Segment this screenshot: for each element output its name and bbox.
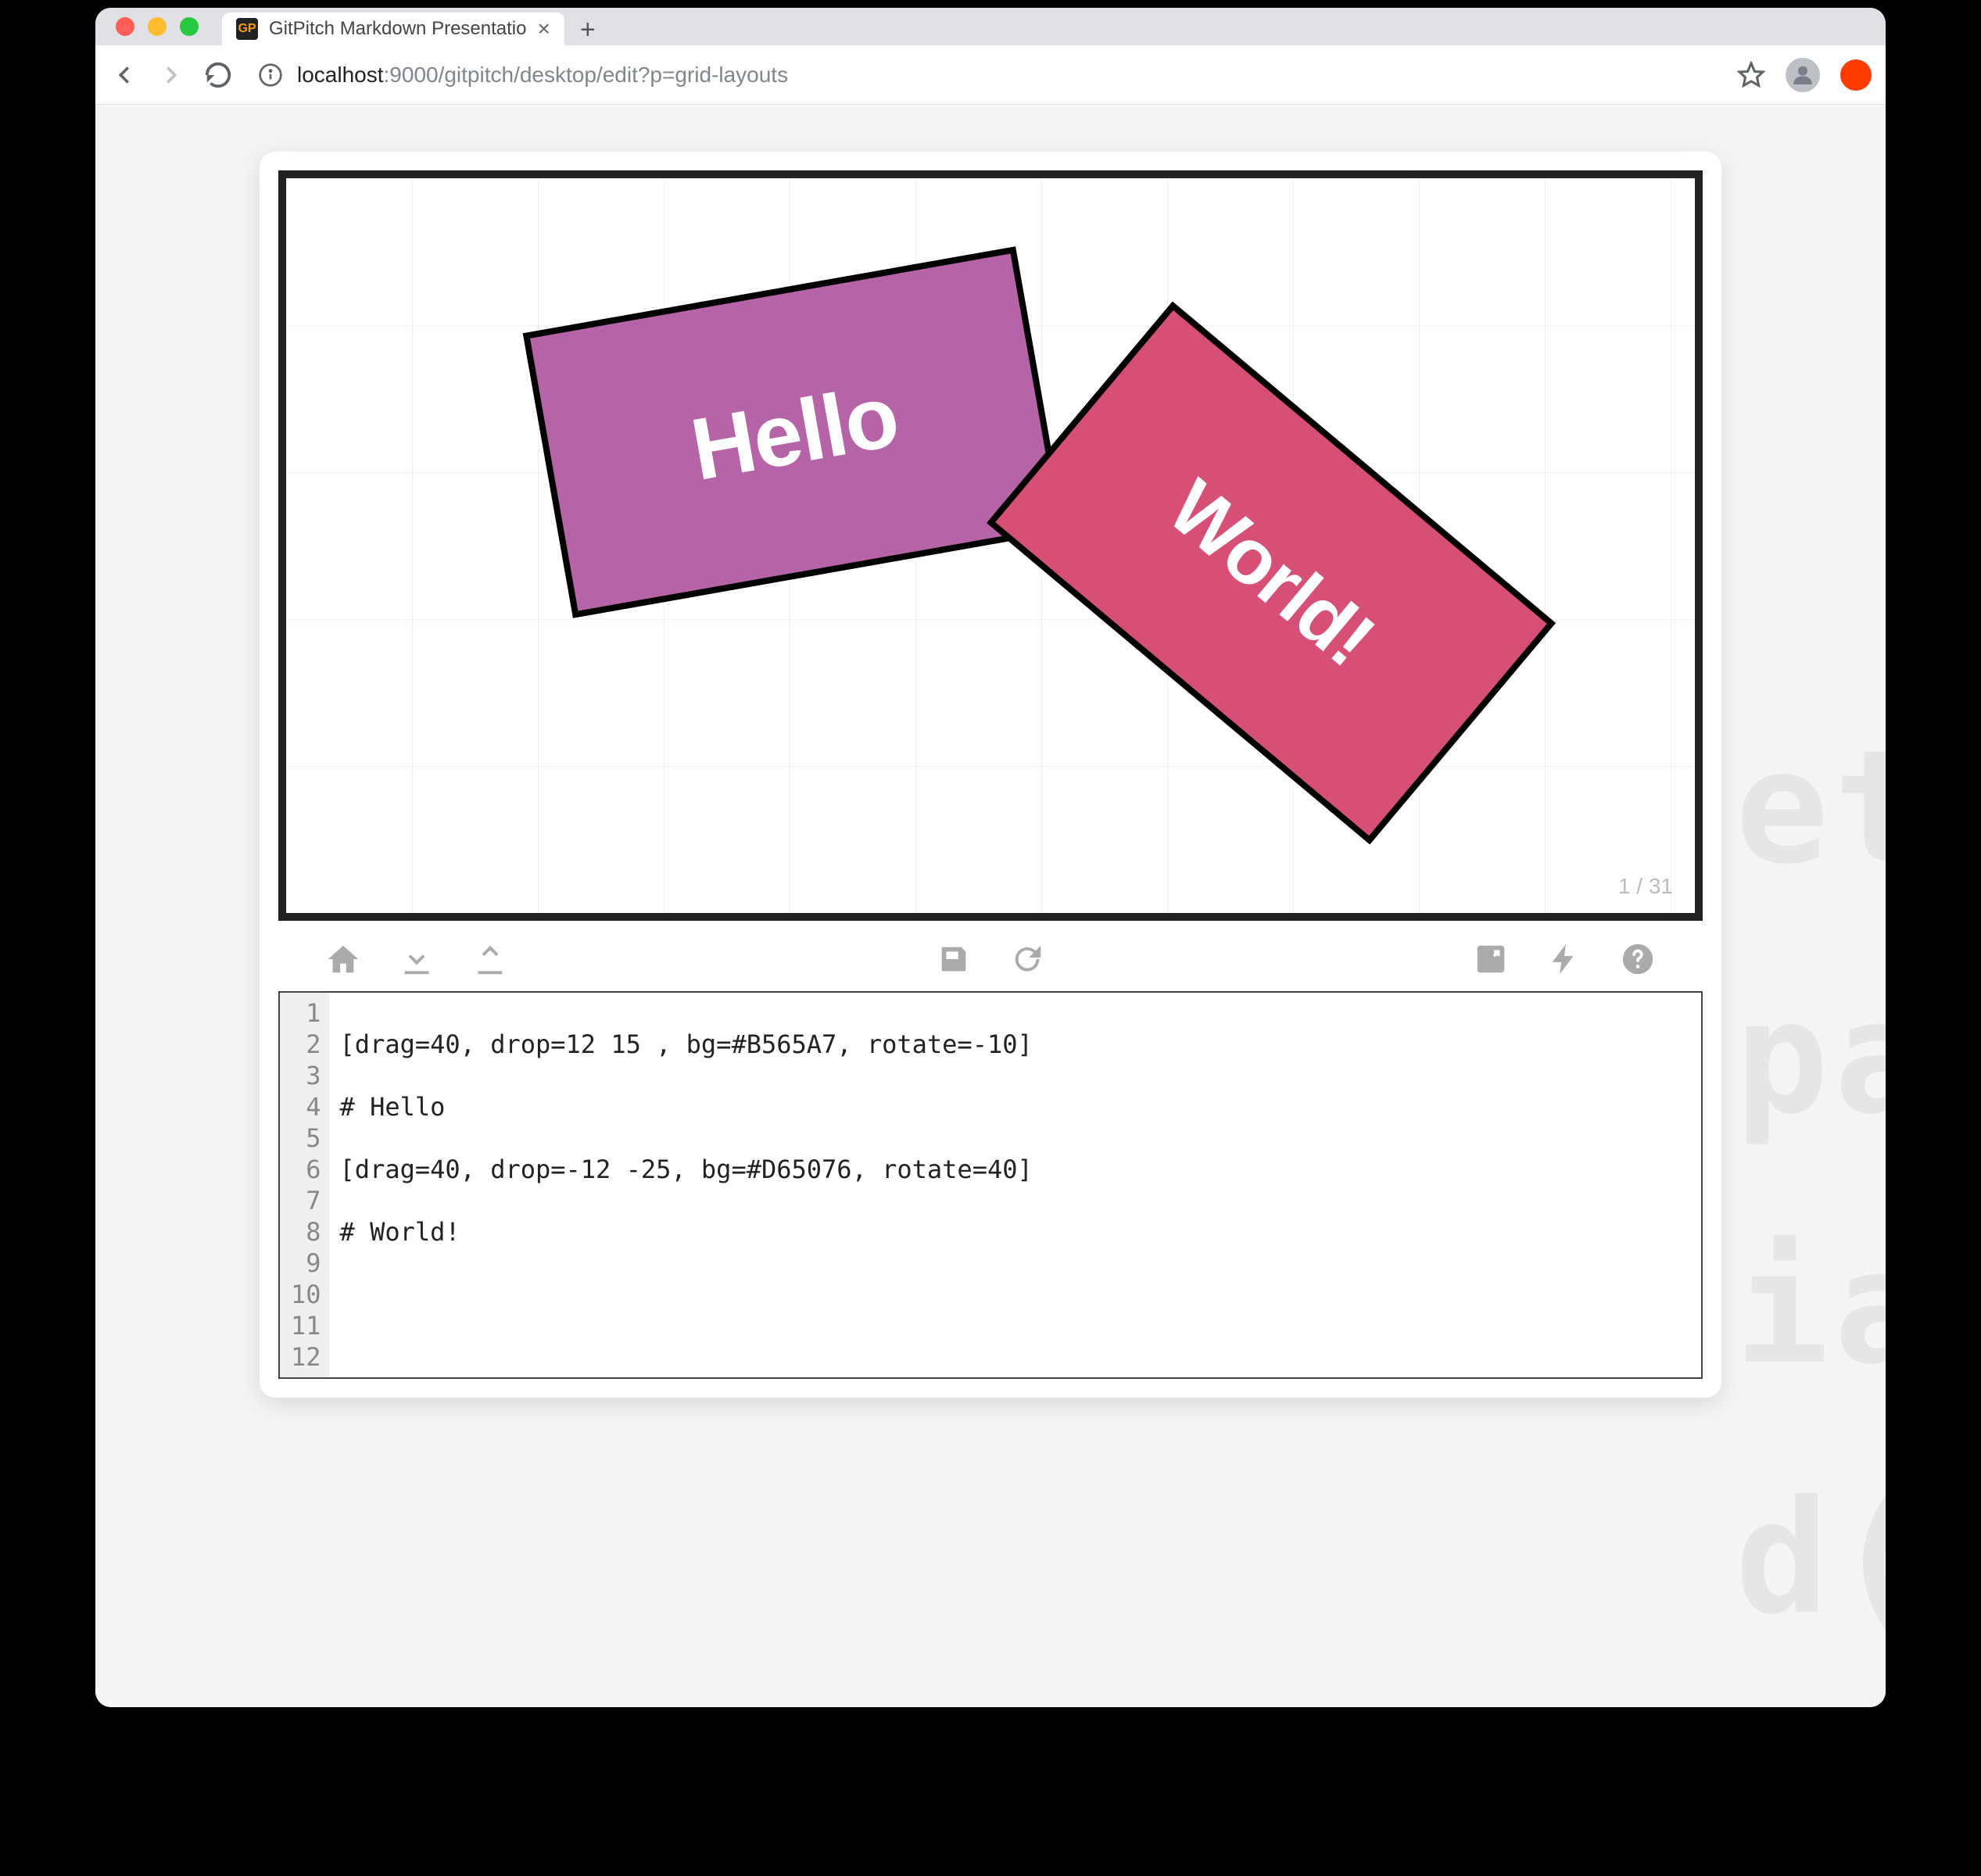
slide-box-world: World! bbox=[987, 302, 1556, 845]
line-number: 7 bbox=[291, 1185, 321, 1216]
code-line[interactable] bbox=[340, 1279, 1033, 1310]
back-button[interactable] bbox=[109, 60, 139, 90]
forward-button[interactable] bbox=[156, 60, 186, 90]
profile-avatar[interactable] bbox=[1786, 58, 1820, 92]
line-number: 2 bbox=[291, 1029, 321, 1060]
new-tab-button[interactable]: + bbox=[580, 15, 596, 45]
url-text: localhost:9000/gitpitch/desktop/edit?p=g… bbox=[297, 63, 788, 88]
browser-window: GP GitPitch Markdown Presentatio × + loc… bbox=[95, 8, 1886, 1707]
browser-tab[interactable]: GP GitPitch Markdown Presentatio × bbox=[222, 13, 564, 45]
line-number: 10 bbox=[291, 1279, 321, 1310]
line-number: 9 bbox=[291, 1248, 321, 1279]
editor-toolbar bbox=[278, 921, 1703, 991]
bookmark-star-icon[interactable] bbox=[1737, 61, 1765, 89]
page-body: et pa ia d( Hello World! 1 / 31 bbox=[95, 105, 1886, 1707]
line-number: 11 bbox=[291, 1310, 321, 1341]
line-number: 4 bbox=[291, 1091, 321, 1122]
code-line[interactable] bbox=[340, 997, 1033, 1029]
code-line[interactable] bbox=[340, 1122, 1033, 1154]
help-icon[interactable] bbox=[1620, 941, 1656, 977]
tab-title: GitPitch Markdown Presentatio bbox=[269, 18, 526, 40]
code-line[interactable]: # Hello bbox=[340, 1091, 1033, 1122]
editor-panel: Hello World! 1 / 31 bbox=[260, 152, 1721, 1398]
line-number: 1 bbox=[291, 997, 321, 1029]
tab-strip: GP GitPitch Markdown Presentatio × + bbox=[222, 8, 596, 45]
code-content[interactable]: [drag=40, drop=12 15 , bg=#B565A7, rotat… bbox=[329, 993, 1044, 1377]
site-info-icon[interactable] bbox=[258, 63, 283, 88]
traffic-lights bbox=[116, 17, 199, 36]
code-line[interactable]: [drag=40, drop=-12 -25, bg=#D65076, rota… bbox=[340, 1154, 1033, 1185]
code-line[interactable] bbox=[340, 1341, 1033, 1373]
code-editor[interactable]: 123456789101112 [drag=40, drop=12 15 , b… bbox=[278, 991, 1703, 1379]
code-line[interactable] bbox=[340, 1310, 1033, 1341]
maximize-window-button[interactable] bbox=[180, 17, 199, 36]
refresh-icon[interactable] bbox=[1009, 941, 1045, 977]
download-icon[interactable] bbox=[399, 941, 435, 977]
extension-icon[interactable] bbox=[1840, 59, 1872, 91]
line-number: 6 bbox=[291, 1154, 321, 1185]
reload-button[interactable] bbox=[203, 60, 233, 90]
background-ghost-text: et pa ia d( bbox=[1735, 683, 1886, 1684]
address-bar: localhost:9000/gitpitch/desktop/edit?p=g… bbox=[95, 45, 1886, 105]
line-number-gutter: 123456789101112 bbox=[280, 993, 329, 1377]
url-input[interactable]: localhost:9000/gitpitch/desktop/edit?p=g… bbox=[250, 63, 1720, 88]
slide-box-hello-text: Hello bbox=[684, 365, 905, 500]
line-number: 5 bbox=[291, 1122, 321, 1154]
line-number: 3 bbox=[291, 1060, 321, 1091]
line-number: 12 bbox=[291, 1341, 321, 1373]
upload-icon[interactable] bbox=[472, 941, 508, 977]
close-window-button[interactable] bbox=[116, 17, 134, 36]
fullscreen-icon[interactable] bbox=[1473, 941, 1509, 977]
slide-counter: 1 / 31 bbox=[1618, 874, 1673, 899]
line-number: 8 bbox=[291, 1216, 321, 1248]
slide-box-world-text: World! bbox=[1152, 463, 1391, 684]
save-icon[interactable] bbox=[936, 941, 972, 977]
code-line[interactable] bbox=[340, 1060, 1033, 1091]
tab-favicon: GP bbox=[236, 18, 258, 40]
code-line[interactable] bbox=[340, 1248, 1033, 1279]
slide-preview[interactable]: Hello World! 1 / 31 bbox=[278, 170, 1703, 921]
code-line[interactable]: [drag=40, drop=12 15 , bg=#B565A7, rotat… bbox=[340, 1029, 1033, 1060]
minimize-window-button[interactable] bbox=[148, 17, 167, 36]
close-tab-icon[interactable]: × bbox=[537, 16, 550, 41]
code-line[interactable] bbox=[340, 1185, 1033, 1216]
home-icon[interactable] bbox=[325, 941, 361, 977]
bolt-icon[interactable] bbox=[1546, 941, 1582, 977]
code-line[interactable]: # World! bbox=[340, 1216, 1033, 1248]
window-titlebar: GP GitPitch Markdown Presentatio × + bbox=[95, 8, 1886, 45]
slide-box-hello: Hello bbox=[523, 246, 1066, 618]
